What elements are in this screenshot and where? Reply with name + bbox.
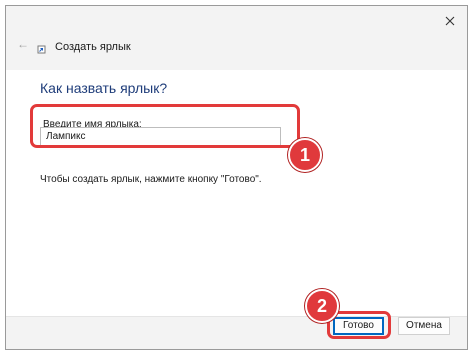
window-title: Создать ярлык xyxy=(55,41,131,53)
finish-button-highlight xyxy=(327,311,391,339)
page-heading: Как назвать ярлык? xyxy=(40,80,168,96)
cancel-button[interactable]: Отмена xyxy=(398,317,450,335)
finish-hint-text: Чтобы создать ярлык, нажмите кнопку "Гот… xyxy=(40,174,262,185)
step-2-badge: 2 xyxy=(305,289,339,323)
shortcut-app-icon xyxy=(37,41,47,54)
back-arrow-icon[interactable]: ← xyxy=(17,38,29,50)
step-1-badge: 1 xyxy=(288,138,322,172)
close-icon[interactable] xyxy=(443,14,457,28)
create-shortcut-dialog: ← Создать ярлык Как назвать ярлык? Введи… xyxy=(5,5,468,350)
name-field-highlight xyxy=(30,104,300,148)
title-bar: ← Создать ярлык xyxy=(6,6,467,70)
